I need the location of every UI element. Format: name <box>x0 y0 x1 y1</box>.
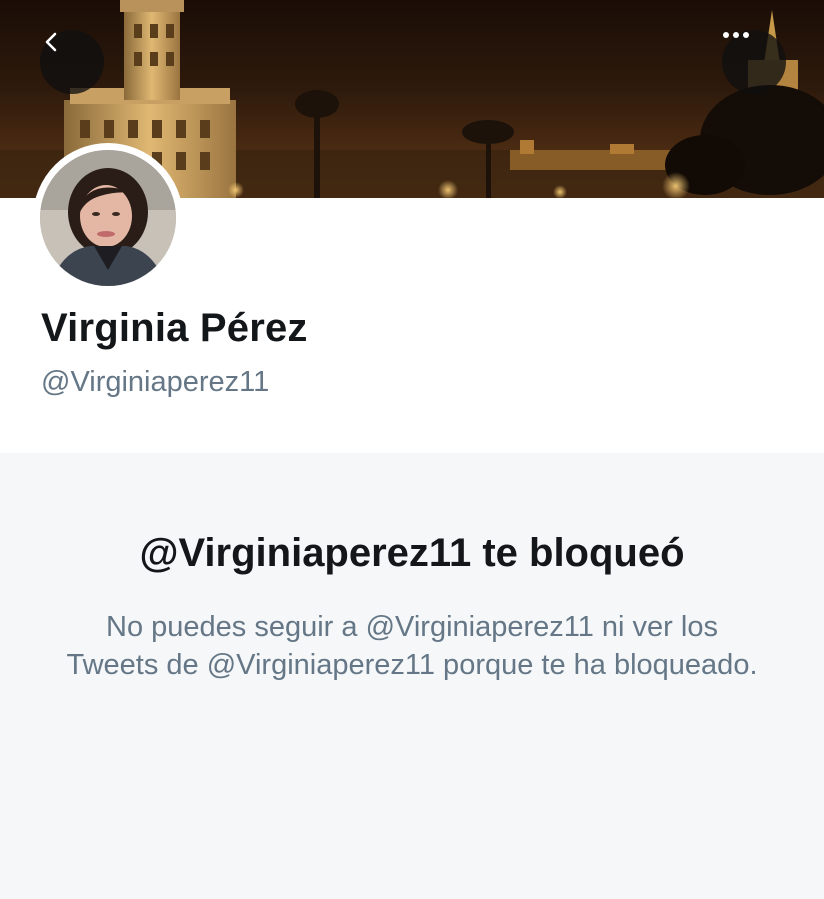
profile-handle: @Virginiaperez11 <box>41 366 270 398</box>
avatar-container[interactable] <box>33 143 183 293</box>
chevron-left-icon <box>45 32 57 52</box>
blocked-message: No puedes seguir a @Virginiaperez11 ni v… <box>66 611 758 681</box>
more-horizontal-icon <box>723 32 749 38</box>
avatar-image <box>40 150 176 286</box>
blocked-title: @Virginiaperez11 te bloqueó <box>139 531 685 575</box>
profile-name: Virginia Pérez <box>41 306 308 350</box>
avatar <box>40 150 176 286</box>
more-options-button[interactable] <box>722 30 786 94</box>
blocked-notice-panel: @Virginiaperez11 te bloqueó No puedes se… <box>0 453 824 899</box>
back-button[interactable] <box>40 30 104 94</box>
